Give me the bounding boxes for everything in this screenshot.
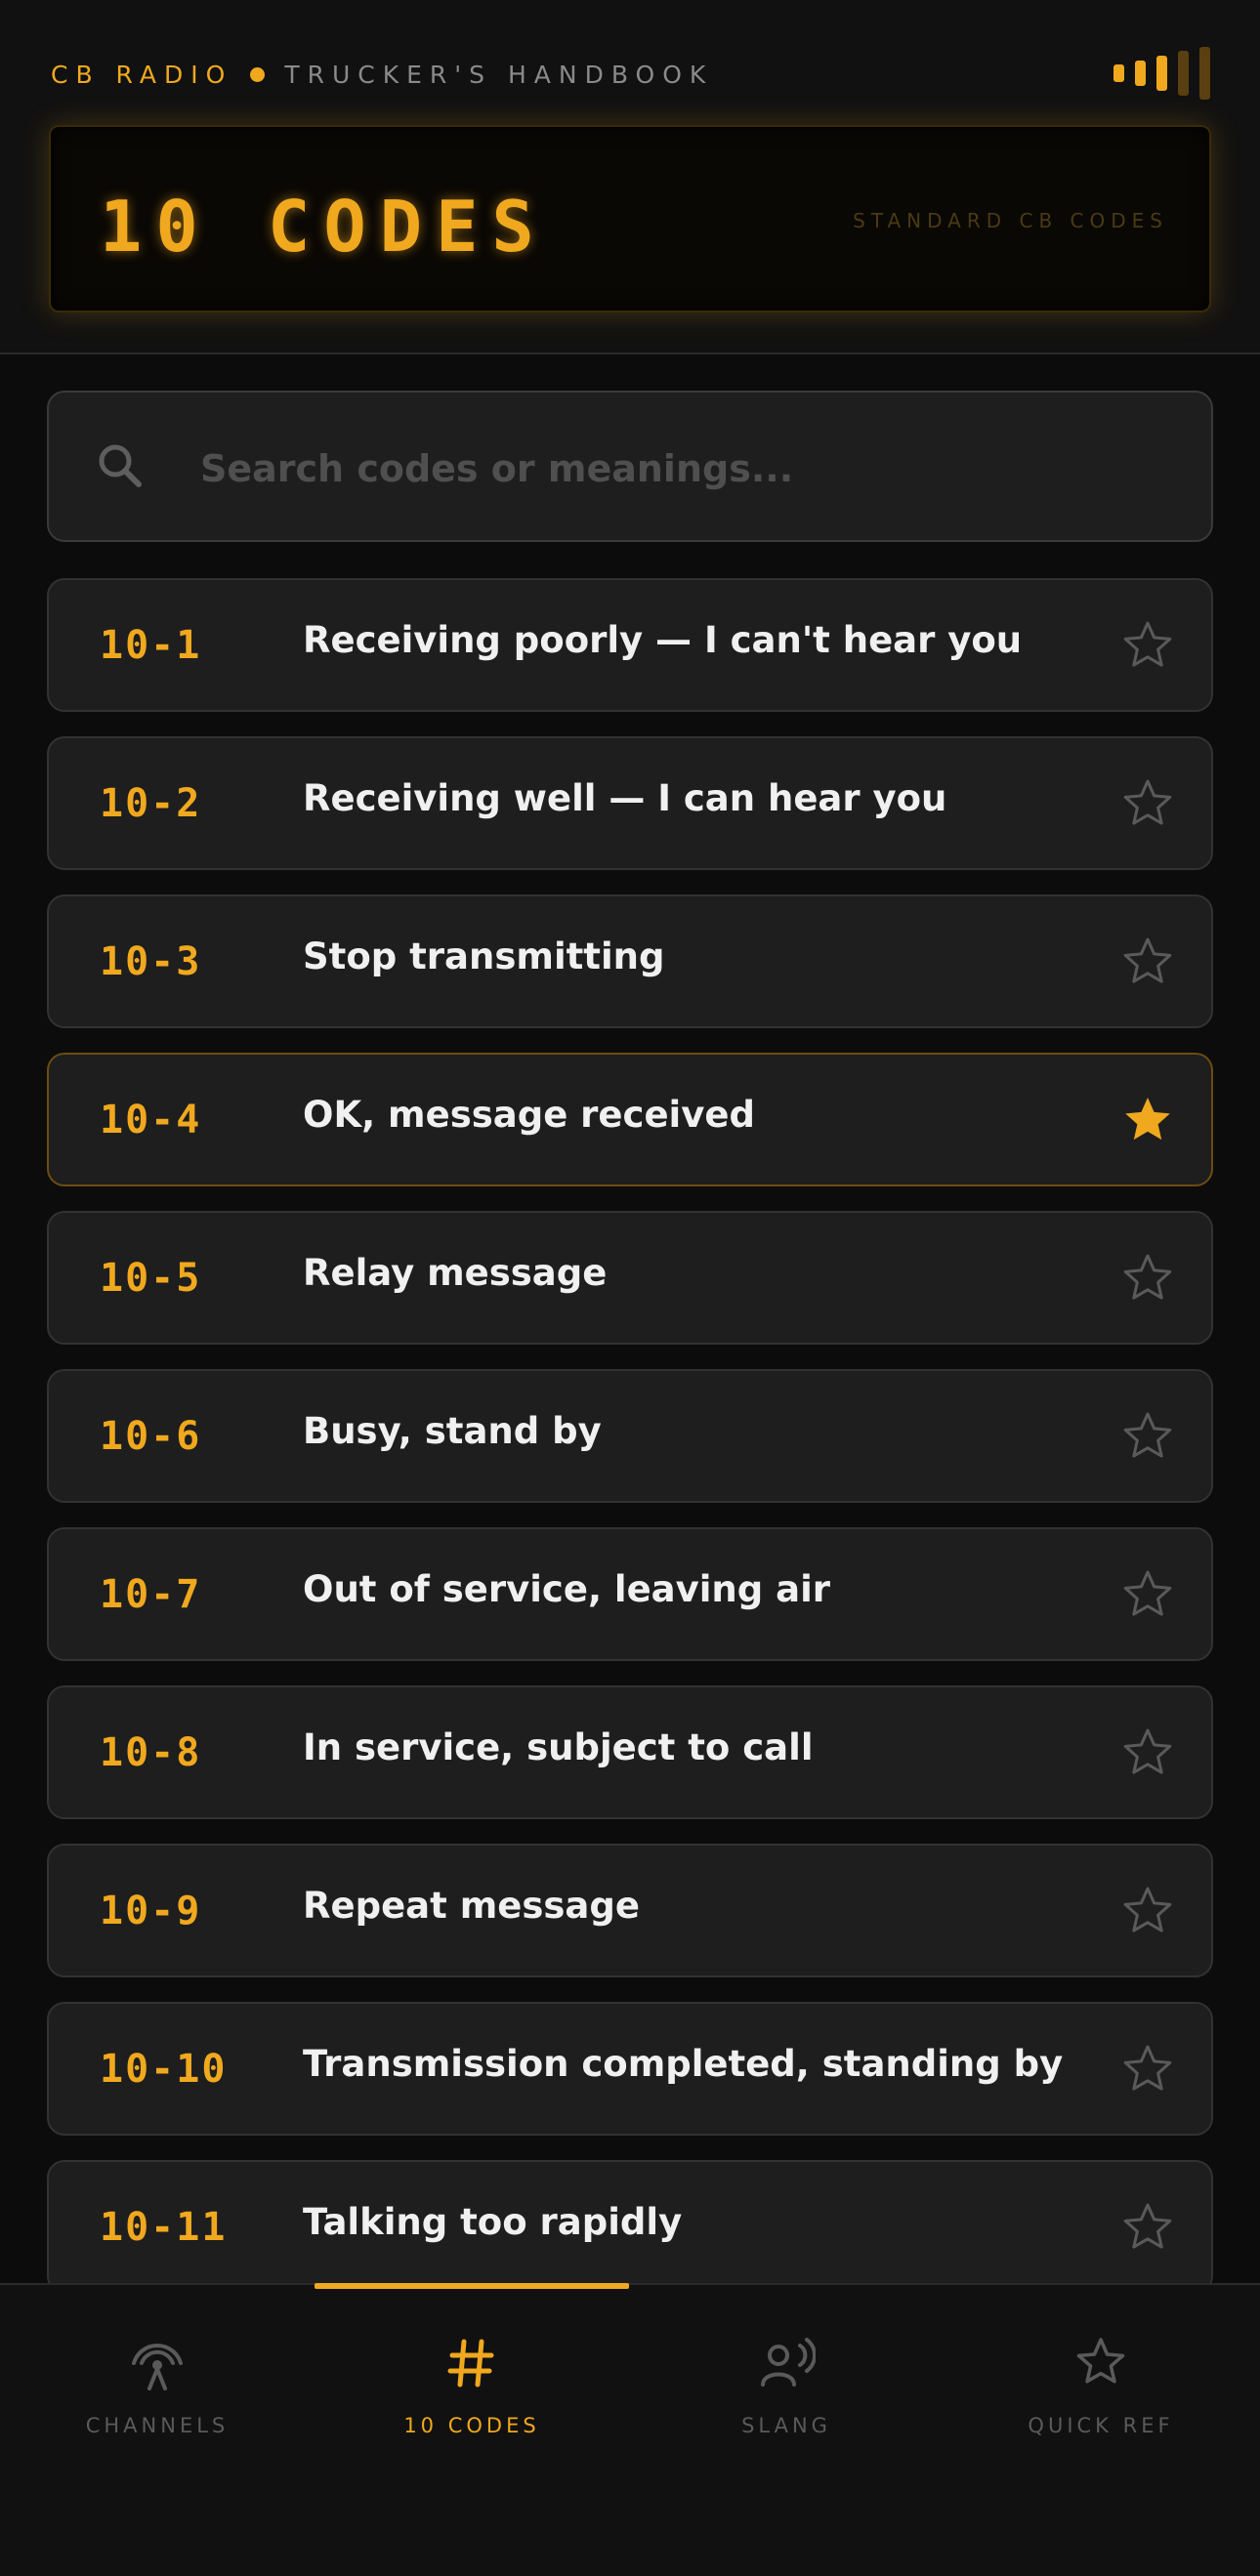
- star-outline-icon[interactable]: [1121, 619, 1174, 672]
- code-number: 10-9: [100, 1889, 202, 1933]
- code-number: 10-10: [100, 2047, 228, 2092]
- star-outline-icon[interactable]: [1121, 1410, 1174, 1463]
- code-number: 10-7: [100, 1572, 202, 1617]
- nav-tab-channels[interactable]: CHANNELS: [0, 2285, 315, 2480]
- separator-dot: [250, 66, 266, 82]
- code-meaning: Out of service, leaving air: [303, 1568, 831, 1610]
- star-outline-icon[interactable]: [1121, 1885, 1174, 1937]
- code-list-item[interactable]: 10-8 In service, subject to call: [47, 1685, 1213, 1819]
- code-list-item[interactable]: 10-7 Out of service, leaving air: [47, 1527, 1213, 1661]
- code-list-item[interactable]: 10-9 Repeat message: [47, 1844, 1213, 1977]
- code-list-item[interactable]: 10-3 Stop transmitting: [47, 894, 1213, 1028]
- code-list-item[interactable]: 10-2 Receiving well — I can hear you: [47, 736, 1213, 870]
- code-meaning: OK, message received: [303, 1094, 755, 1136]
- code-list-item[interactable]: 10-10 Transmission completed, standing by: [47, 2002, 1213, 2136]
- code-list-item[interactable]: 10-6 Busy, stand by: [47, 1369, 1213, 1503]
- hash-icon: [447, 2339, 494, 2388]
- brand-label: CB RADIO: [51, 60, 233, 89]
- nav-tab-slang[interactable]: SLANG: [629, 2285, 944, 2480]
- header: CB RADIO TRUCKER'S HANDBOOK 10 CODES STA…: [0, 0, 1260, 354]
- code-number: 10-4: [100, 1098, 202, 1143]
- code-meaning: Talking too rapidly: [303, 2201, 683, 2243]
- star-outline-icon[interactable]: [1121, 1726, 1174, 1779]
- code-number: 10-2: [100, 781, 202, 826]
- app-topline: CB RADIO TRUCKER'S HANDBOOK: [51, 59, 713, 90]
- code-number: 10-6: [100, 1414, 202, 1459]
- star-filled-icon[interactable]: [1121, 1094, 1174, 1146]
- app: CB RADIO TRUCKER'S HANDBOOK 10 CODES STA…: [0, 0, 1260, 2576]
- search-icon: [99, 444, 142, 487]
- code-list-item[interactable]: 10-1 Receiving poorly — I can't hear you: [47, 578, 1213, 712]
- code-number: 10-8: [100, 1730, 202, 1775]
- code-meaning: In service, subject to call: [303, 1726, 814, 1768]
- lcd-display: 10 CODES STANDARD CB CODES: [49, 125, 1211, 312]
- code-meaning: Repeat message: [303, 1885, 640, 1927]
- star-outline-icon[interactable]: [1121, 777, 1174, 830]
- code-list: 10-1 Receiving poorly — I can't hear you 1…: [47, 578, 1213, 2283]
- code-meaning: Stop transmitting: [303, 935, 665, 977]
- search-input[interactable]: [200, 432, 1157, 506]
- nav-label: 10 CODES: [403, 2414, 540, 2437]
- code-number: 10-11: [100, 2205, 228, 2250]
- code-meaning: Receiving poorly — I can't hear you: [303, 619, 1023, 661]
- nav-label: SLANG: [741, 2414, 831, 2437]
- code-list-item[interactable]: 10-5 Relay message: [47, 1211, 1213, 1345]
- code-meaning: Transmission completed, standing by: [303, 2043, 1064, 2085]
- code-number: 10-1: [100, 623, 202, 668]
- antenna-icon: [132, 2344, 183, 2390]
- page-title: 10 CODES: [100, 186, 548, 268]
- code-meaning: Relay message: [303, 1252, 608, 1294]
- star-outline-icon[interactable]: [1121, 1252, 1174, 1305]
- star-outline-icon[interactable]: [1121, 2201, 1174, 2254]
- nav-tab-10-codes[interactable]: 10 CODES: [315, 2285, 629, 2480]
- nav-label: QUICK REF: [1028, 2414, 1174, 2437]
- nav-tab-quick-ref[interactable]: QUICK REF: [944, 2285, 1258, 2480]
- display-subtitle: STANDARD CB CODES: [853, 209, 1168, 232]
- bottom-nav: CHANNELS 10 CODES SLANG QUICK REF: [0, 2283, 1260, 2576]
- code-number: 10-5: [100, 1256, 202, 1301]
- star-outline-icon[interactable]: [1121, 1568, 1174, 1621]
- code-list-item[interactable]: 10-11 Talking too rapidly: [47, 2160, 1213, 2283]
- star-outline-icon[interactable]: [1121, 935, 1174, 988]
- search-bar[interactable]: [47, 391, 1213, 542]
- app-subtitle: TRUCKER'S HANDBOOK: [284, 60, 714, 89]
- star-icon: [1076, 2338, 1125, 2384]
- code-number: 10-3: [100, 939, 202, 984]
- code-meaning: Busy, stand by: [303, 1410, 602, 1452]
- code-list-item[interactable]: 10-4 OK, message received: [47, 1053, 1213, 1186]
- code-meaning: Receiving well — I can hear you: [303, 777, 947, 819]
- speaker-icon: [761, 2338, 816, 2387]
- signal-strength-icon: [1113, 47, 1211, 100]
- nav-label: CHANNELS: [85, 2414, 230, 2437]
- star-outline-icon[interactable]: [1121, 2043, 1174, 2096]
